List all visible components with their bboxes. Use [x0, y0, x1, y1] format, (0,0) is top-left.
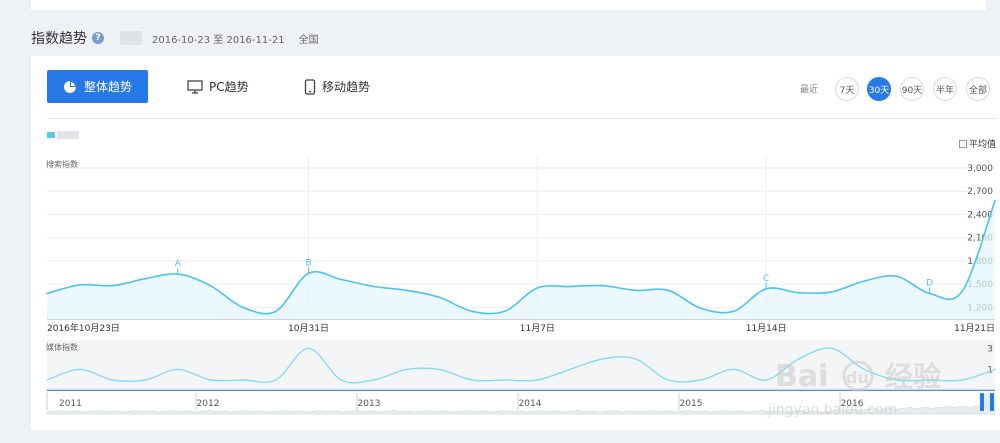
svg-text:jingyan.baidu.com: jingyan.baidu.com: [767, 402, 897, 418]
svg-text:经验: 经验: [885, 360, 941, 393]
svg-text:Bai: Bai: [775, 359, 828, 394]
baidu-watermark: Bai du 经验 jingyan.baidu.com: [767, 359, 941, 418]
svg-text:du: du: [846, 368, 869, 387]
